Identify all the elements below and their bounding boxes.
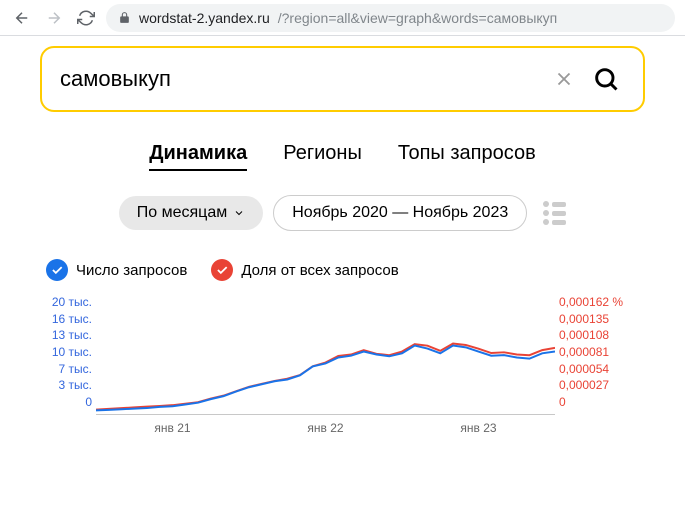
plot-wrap: янв 21 янв 22 янв 23 xyxy=(96,295,555,435)
x-tick: янв 22 xyxy=(249,421,402,435)
y-axis-left: 20 тыс. 16 тыс. 13 тыс. 10 тыс. 7 тыс. 3… xyxy=(46,295,92,409)
y-tick: 10 тыс. xyxy=(52,345,92,359)
date-range-label: Ноябрь 2020 — Ноябрь 2023 xyxy=(292,204,508,222)
chart-area: 20 тыс. 16 тыс. 13 тыс. 10 тыс. 7 тыс. 3… xyxy=(40,295,645,435)
url-field[interactable]: wordstat-2.yandex.ru /?region=all&view=gr… xyxy=(106,4,675,32)
x-axis: янв 21 янв 22 янв 23 xyxy=(96,415,555,435)
search-input[interactable] xyxy=(60,66,549,92)
y-tick: 0,000162 % xyxy=(559,295,623,309)
view-toggle-list-icon[interactable] xyxy=(543,201,566,225)
tab-regions[interactable]: Регионы xyxy=(283,142,362,171)
granularity-label: По месяцам xyxy=(137,204,227,222)
url-host: wordstat-2.yandex.ru xyxy=(139,10,270,26)
legend-share-label: Доля от всех запросов xyxy=(241,262,398,279)
y-tick: 16 тыс. xyxy=(52,312,92,326)
tabs: Динамика Регионы Топы запросов xyxy=(40,142,645,171)
forward-button[interactable] xyxy=(42,6,66,30)
search-wrap xyxy=(40,46,645,112)
tab-tops[interactable]: Топы запросов xyxy=(398,142,536,171)
legend: Число запросов Доля от всех запросов xyxy=(40,259,645,295)
y-tick: 20 тыс. xyxy=(52,295,92,309)
url-path: /?region=all&view=graph&words=самовыкуп xyxy=(278,10,558,26)
back-button[interactable] xyxy=(10,6,34,30)
y-axis-right: 0,000162 % 0,000135 0,000108 0,000081 0,… xyxy=(559,295,639,409)
y-tick: 0,000108 xyxy=(559,328,609,342)
clear-icon[interactable] xyxy=(549,64,579,94)
line-chart xyxy=(96,295,555,415)
y-tick: 13 тыс. xyxy=(52,328,92,342)
y-tick: 0 xyxy=(559,395,566,409)
y-tick: 0,000027 xyxy=(559,378,609,392)
browser-bar: wordstat-2.yandex.ru /?region=all&view=gr… xyxy=(0,0,685,36)
legend-count-label: Число запросов xyxy=(76,262,187,279)
y-tick: 0,000135 xyxy=(559,312,609,326)
date-range-button[interactable]: Ноябрь 2020 — Ноябрь 2023 xyxy=(273,195,527,231)
search-icon[interactable] xyxy=(587,60,625,98)
legend-item-count[interactable]: Число запросов xyxy=(46,259,187,281)
y-tick: 0 xyxy=(85,395,92,409)
checkbox-checked-icon xyxy=(211,259,233,281)
legend-item-share[interactable]: Доля от всех запросов xyxy=(211,259,398,281)
checkbox-checked-icon xyxy=(46,259,68,281)
y-tick: 0,000081 xyxy=(559,345,609,359)
y-tick: 0,000054 xyxy=(559,362,609,376)
y-tick: 7 тыс. xyxy=(59,362,92,376)
y-tick: 3 тыс. xyxy=(59,378,92,392)
controls: По месяцам Ноябрь 2020 — Ноябрь 2023 xyxy=(40,195,645,231)
x-tick: янв 21 xyxy=(96,421,249,435)
tab-dynamics[interactable]: Динамика xyxy=(149,142,247,171)
reload-button[interactable] xyxy=(74,6,98,30)
chevron-down-icon xyxy=(233,207,245,219)
lock-icon xyxy=(118,11,131,24)
granularity-select[interactable]: По месяцам xyxy=(119,196,263,230)
x-tick: янв 23 xyxy=(402,421,555,435)
